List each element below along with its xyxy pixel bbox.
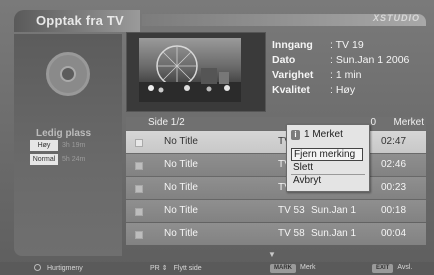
scroll-down-icon[interactable]: ▼ — [268, 250, 276, 259]
mark-checkbox[interactable] — [135, 208, 143, 216]
menu-button-icon — [34, 264, 41, 271]
footer-quick-menu[interactable]: Hurtigmeny — [34, 264, 83, 272]
mark-column-label: Merket — [393, 117, 424, 128]
detail-row-date: Dato : Sun.Jan 1 2006 — [272, 53, 409, 68]
mark-options-popup: i 1 Merket Fjern merking Slett Avbryt — [286, 124, 370, 192]
detail-row-input: Inngang : TV 19 — [272, 38, 409, 53]
detail-value: : Høy — [330, 84, 356, 96]
mark-checkbox[interactable] — [135, 185, 143, 193]
quality-time: 3h 19m — [62, 142, 86, 149]
disc-icon — [46, 52, 90, 96]
recording-time: 02:46 — [381, 159, 407, 170]
recording-time: 00:18 — [381, 205, 407, 216]
detail-row-quality: Kvalitet : Høy — [272, 83, 409, 98]
recording-title: No Title — [164, 228, 198, 239]
detail-label: Varighet — [272, 69, 314, 81]
preview-image — [139, 45, 241, 102]
page-title: Opptak fra TV — [36, 13, 124, 28]
recording-time: 02:47 — [381, 136, 407, 147]
recording-date: Sun.Jan 1 — [311, 205, 357, 216]
recording-details: Inngang : TV 19 Dato : Sun.Jan 1 2006 Vari… — [272, 38, 409, 98]
free-space-label: Ledig plass — [36, 128, 92, 139]
mark-checkbox[interactable] — [135, 162, 143, 170]
quality-label: Normal — [30, 154, 58, 165]
delete-option[interactable]: Slett — [291, 162, 365, 174]
unmark-option[interactable]: Fjern merking — [291, 148, 363, 161]
popup-header: i 1 Merket — [291, 129, 343, 140]
screen: Opptak fra TV XSTUDIO Ledig plass Høy 3h … — [0, 0, 434, 275]
recording-title: No Title — [164, 159, 198, 170]
recording-row[interactable]: No Title TV 53 Sun.Jan 1 00:18 — [126, 200, 426, 222]
quality-time: 5h 24m — [62, 156, 86, 163]
mark-checkbox[interactable] — [135, 139, 143, 147]
detail-value: : 1 min — [330, 69, 362, 81]
mark-key: MARK — [270, 264, 296, 273]
pr-key-label: PR — [150, 265, 160, 272]
mark-checkbox[interactable] — [135, 231, 143, 239]
footer-exit[interactable]: EXIT Avsl. — [372, 264, 412, 273]
cancel-option[interactable]: Avbryt — [291, 175, 365, 187]
popup-header-text: 1 Merket — [304, 129, 343, 140]
mark-count: 0 — [370, 117, 376, 128]
recording-title: No Title — [164, 136, 198, 147]
detail-label: Inngang — [272, 39, 313, 51]
quality-row-normal: Normal 5h 24m — [30, 154, 85, 165]
recording-channel: TV 58 — [278, 228, 305, 239]
recording-row[interactable]: No Title TV 1 02:47 — [126, 131, 426, 153]
quality-label: Høy — [30, 140, 58, 151]
footer-mark[interactable]: MARK Merk — [270, 264, 316, 273]
list-header: Side 1/2 0 Merket — [126, 117, 426, 130]
move-page-label: Flytt side — [173, 265, 202, 272]
preview-thumbnail — [139, 38, 241, 102]
exit-key: EXIT — [372, 264, 394, 273]
recording-channel: TV 53 — [278, 205, 305, 216]
detail-value: : Sun.Jan 1 2006 — [330, 54, 410, 66]
detail-row-duration: Varighet : 1 min — [272, 68, 409, 83]
recording-row[interactable]: No Title TV 5 00:23 — [126, 177, 426, 199]
recording-row[interactable]: No Title TV 1 02:46 — [126, 154, 426, 176]
storage-panel: Ledig plass Høy 3h 19m Normal 5h 24m — [14, 34, 122, 256]
footer-move-page[interactable]: PR ⇕ Flytt side — [150, 264, 202, 272]
up-down-icon: ⇕ — [161, 265, 168, 272]
recording-time: 00:23 — [381, 182, 407, 193]
detail-value: : TV 19 — [330, 39, 364, 51]
footer-help-bar: Hurtigmeny PR ⇕ Flytt side MARK Merk EXIT Av… — [0, 262, 434, 275]
exit-label: Avsl. — [397, 264, 413, 271]
page-indicator: Side 1/2 — [148, 117, 185, 128]
detail-label: Kvalitet — [272, 84, 310, 96]
mark-label: Merk — [300, 264, 316, 271]
detail-label: Dato — [272, 54, 296, 66]
recording-time: 00:04 — [381, 228, 407, 239]
quality-row-high: Høy 3h 19m — [30, 140, 85, 151]
recording-date: Sun.Jan 1 — [311, 228, 357, 239]
info-icon: i — [291, 130, 300, 140]
quick-menu-label: Hurtigmeny — [47, 265, 83, 272]
preview-frame — [126, 32, 266, 112]
recording-title: No Title — [164, 205, 198, 216]
recording-title: No Title — [164, 182, 198, 193]
brand-logo: XSTUDIO — [372, 13, 420, 23]
recording-row[interactable]: No Title TV 58 Sun.Jan 1 00:04 — [126, 223, 426, 245]
